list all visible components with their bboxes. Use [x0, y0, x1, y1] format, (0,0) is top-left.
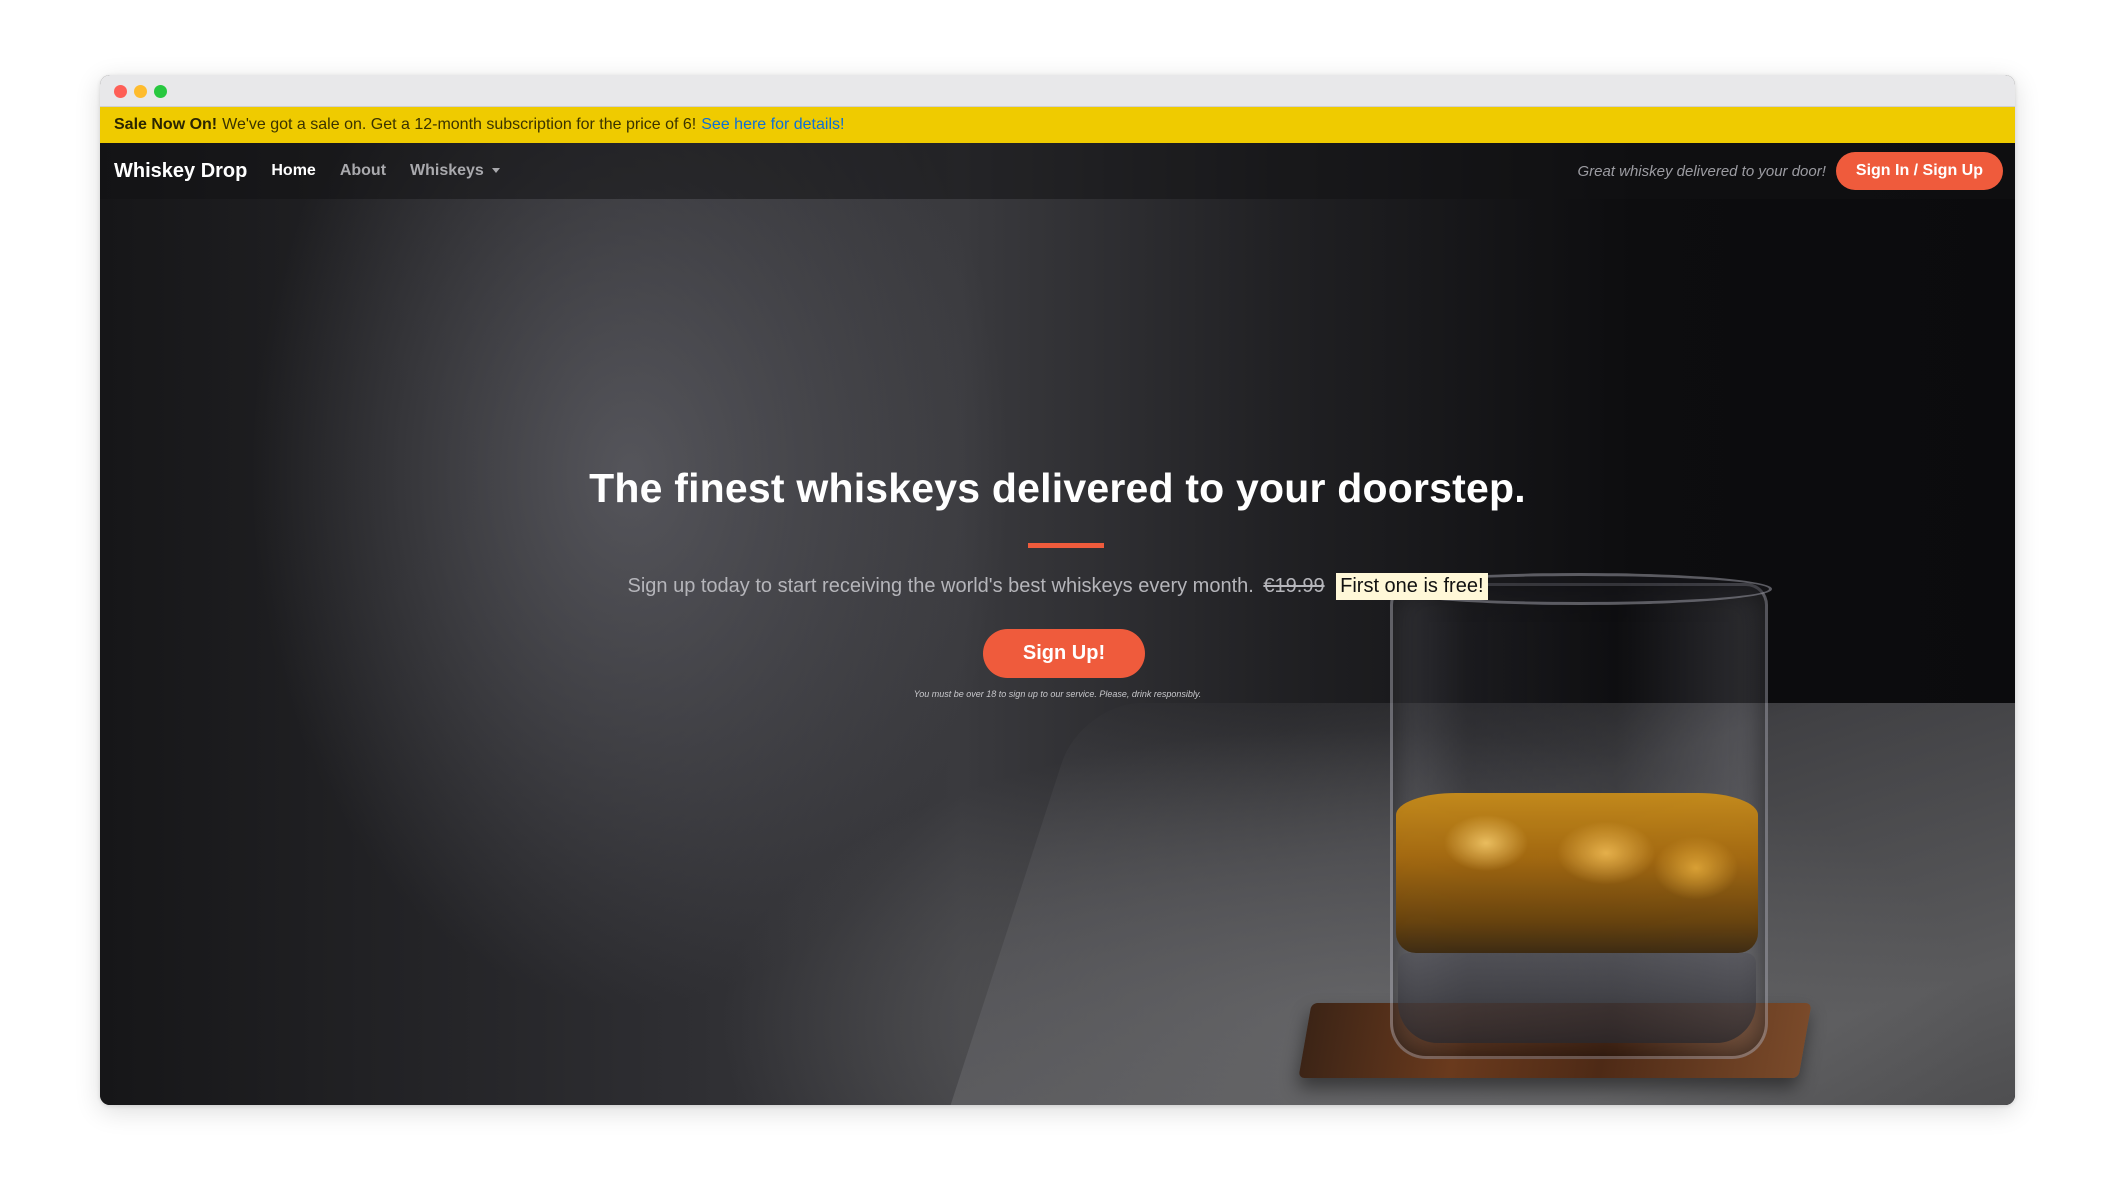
hero-content: The finest whiskeys delivered to your do…: [100, 75, 2015, 1105]
old-price: €19.99: [1263, 575, 1325, 597]
hero-headline: The finest whiskeys delivered to your do…: [589, 465, 1526, 511]
free-offer-badge: First one is free!: [1336, 573, 1488, 600]
hero-divider: [1028, 543, 1104, 548]
browser-window: Sale Now On! We've got a sale on. Get a …: [100, 75, 2015, 1105]
signup-button[interactable]: Sign Up!: [983, 629, 1145, 678]
hero-subline: Sign up today to start receiving the wor…: [100, 573, 2015, 600]
hero-subline-text: Sign up today to start receiving the wor…: [627, 575, 1254, 597]
age-disclaimer: You must be over 18 to sign up to our se…: [913, 689, 1202, 699]
